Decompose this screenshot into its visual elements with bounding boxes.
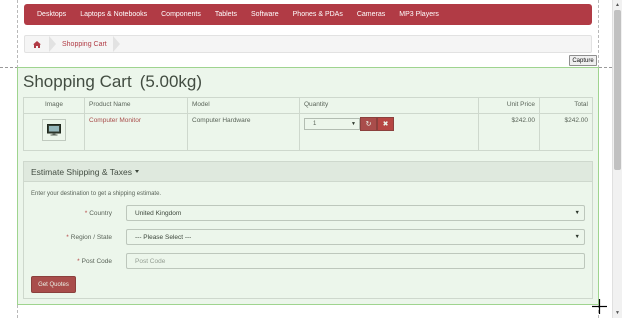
breadcrumb-home[interactable] <box>25 36 49 52</box>
nav-item-components[interactable]: Components <box>154 11 208 18</box>
page: Desktops Laptops & Notebooks Components … <box>0 0 612 318</box>
breadcrumb-separator <box>49 36 56 52</box>
nav-item-software[interactable]: Software <box>244 11 286 18</box>
scroll-up-icon[interactable]: ▲ <box>613 0 622 10</box>
nav-item-tablets[interactable]: Tablets <box>208 11 244 18</box>
top-navbar: Desktops Laptops & Notebooks Components … <box>24 4 592 25</box>
scrollbar-thumb[interactable] <box>614 10 621 170</box>
nav-item-cameras[interactable]: Cameras <box>350 11 392 18</box>
vertical-scrollbar[interactable]: ▲ ▼ <box>612 0 622 318</box>
scroll-down-icon[interactable]: ▼ <box>613 308 622 318</box>
nav-item-desktops[interactable]: Desktops <box>24 11 73 18</box>
nav-item-laptops[interactable]: Laptops & Notebooks <box>73 11 154 18</box>
crosshair-cursor-icon <box>592 299 607 314</box>
breadcrumb-separator <box>112 36 120 52</box>
selection-overlay <box>17 67 599 305</box>
nav-item-phones[interactable]: Phones & PDAs <box>286 11 350 18</box>
nav-item-mp3[interactable]: MP3 Players <box>392 11 446 18</box>
home-icon <box>33 40 41 48</box>
breadcrumb: Shopping Cart <box>24 35 592 53</box>
capture-button[interactable]: Capture <box>569 55 597 66</box>
breadcrumb-shopping-cart[interactable]: Shopping Cart <box>62 41 107 48</box>
